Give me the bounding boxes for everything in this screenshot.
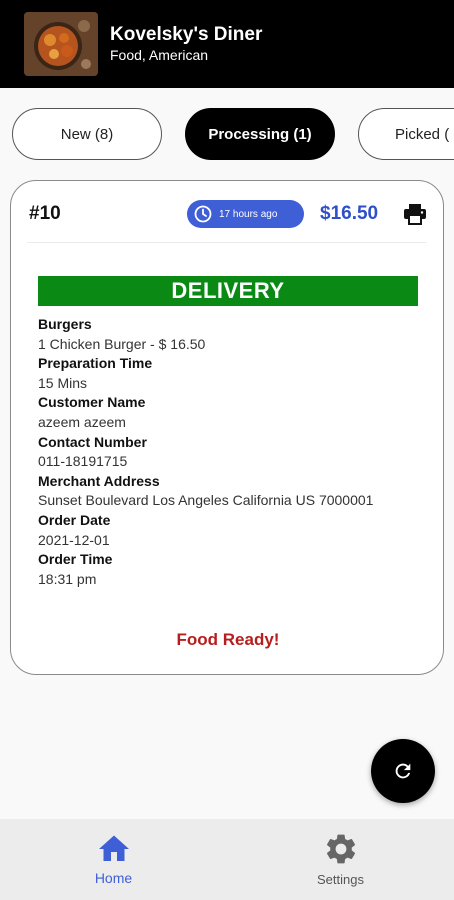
contact-number-value: 011-18191715 xyxy=(38,453,128,470)
prep-time-label: Preparation Time xyxy=(38,355,153,372)
merchant-address-label: Merchant Address xyxy=(38,472,160,489)
tab-processing[interactable]: Processing (1) xyxy=(185,108,335,160)
order-card[interactable]: #10 17 hours ago $16.50 DELIVERY Burgers… xyxy=(10,180,444,675)
order-date-label: Order Date xyxy=(38,511,111,528)
clock-icon xyxy=(194,205,212,223)
gear-icon xyxy=(326,834,355,864)
tab-new[interactable]: New (8) xyxy=(12,108,162,160)
app-header: Kovelsky's Diner Food, American xyxy=(0,0,454,88)
order-time-label: Order Time xyxy=(38,551,113,568)
order-price: $16.50 xyxy=(320,203,379,224)
customer-name-label: Customer Name xyxy=(38,394,146,411)
restaurant-logo xyxy=(24,12,98,76)
food-ready-status[interactable]: Food Ready! xyxy=(11,630,445,650)
order-date-value: 2021-12-01 xyxy=(38,531,110,548)
delivery-type-banner: DELIVERY xyxy=(38,276,418,306)
nav-home-label: Home xyxy=(94,870,133,886)
refresh-icon xyxy=(395,763,411,779)
restaurant-cuisine: Food, American xyxy=(110,47,209,63)
printer-icon[interactable] xyxy=(403,203,427,225)
tab-picked[interactable]: Picked ( xyxy=(358,108,454,160)
bottom-navigation: Home Settings xyxy=(0,819,454,900)
order-item: 1 Chicken Burger - $ 16.50 xyxy=(38,335,206,352)
time-ago-text: 17 hours ago xyxy=(219,208,278,220)
order-details: Burgers 1 Chicken Burger - $ 16.50 Prepa… xyxy=(38,315,418,589)
order-time-value: 18:31 pm xyxy=(38,570,97,587)
restaurant-name: Kovelsky's Diner xyxy=(110,24,263,45)
refresh-button[interactable] xyxy=(371,739,435,803)
order-number: #10 xyxy=(29,203,61,224)
nav-home[interactable]: Home xyxy=(0,819,227,900)
item-category-label: Burgers xyxy=(38,316,92,332)
merchant-address-value: Sunset Boulevard Los Angeles California … xyxy=(38,492,374,509)
order-status-tabs: New (8) Processing (1) Picked ( xyxy=(0,108,454,162)
customer-name-value: azeem azeem xyxy=(38,413,126,430)
nav-settings-label: Settings xyxy=(317,872,364,887)
contact-number-label: Contact Number xyxy=(38,433,147,450)
time-ago-badge: 17 hours ago xyxy=(187,200,304,228)
nav-settings[interactable]: Settings xyxy=(227,819,454,900)
prep-time-value: 15 Mins xyxy=(38,374,88,391)
order-card-header: #10 17 hours ago $16.50 xyxy=(27,181,427,243)
home-icon xyxy=(98,835,129,861)
